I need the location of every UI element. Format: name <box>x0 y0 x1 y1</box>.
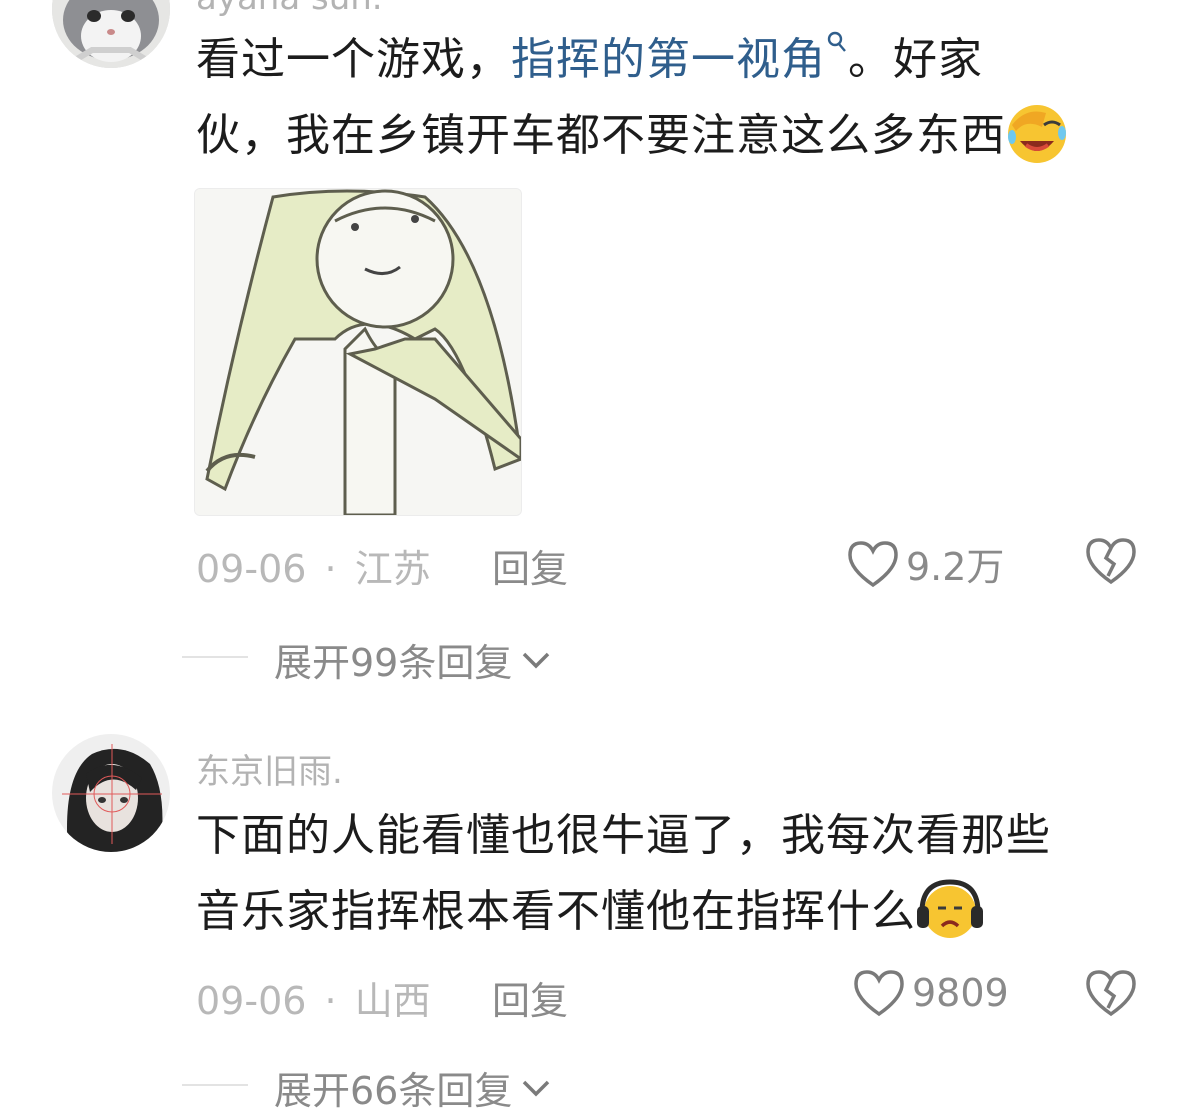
meta-separator: · <box>324 979 337 1023</box>
comment-location: 江苏 <box>354 547 431 591</box>
comment-text-part: 。好家 <box>848 34 983 85</box>
hashtag-link[interactable]: 指挥的第一视角 <box>511 31 848 85</box>
meta-separator: · <box>324 547 337 591</box>
hashtag-label: 指挥的第一视角 <box>511 34 826 85</box>
avatar[interactable] <box>52 0 170 68</box>
broken-heart-icon <box>1084 536 1138 586</box>
comment-text-part: 音乐家指挥根本看不懂他在指挥什么 <box>196 886 916 937</box>
broken-heart-icon <box>1084 968 1138 1018</box>
comment-image[interactable] <box>194 188 522 516</box>
comment-item: 东京旧雨. 下面的人能看懂也很牛逼了，我每次看那些 音乐家指挥根本看不懂他在指挥… <box>0 700 1200 1114</box>
comment-line-1: 看过一个游戏，指挥的第一视角 。好家 <box>196 22 1176 98</box>
chevron-down-icon <box>520 649 552 671</box>
comment-date: 09-06 <box>196 979 307 1023</box>
comment-meta: 09-06 · 江苏 <box>196 538 431 593</box>
reply-button[interactable]: 回复 <box>492 970 568 1025</box>
comment-text-part: 伙，我在乡镇开车都不要注意这么多东西 <box>196 110 1006 161</box>
expand-replies-button[interactable]: 展开99条回复 <box>274 632 552 687</box>
comment-location: 山西 <box>354 979 431 1023</box>
facepalm-laugh-emoji <box>1006 103 1068 165</box>
like-button[interactable]: 9.2万 <box>846 536 1004 591</box>
expand-replies-label: 展开66条回复 <box>274 1069 513 1113</box>
comment-line-2: 音乐家指挥根本看不懂他在指挥什么 <box>196 874 1176 950</box>
heart-icon <box>852 968 906 1018</box>
search-icon <box>826 30 848 56</box>
dislike-button[interactable] <box>1084 968 1138 1018</box>
dislike-button[interactable] <box>1084 536 1138 586</box>
comment-item: ayana sun. 看过一个游戏，指挥的第一视角 。好家 伙，我在乡镇开车都不… <box>0 0 1200 700</box>
avatar[interactable] <box>52 734 170 852</box>
username[interactable]: 东京旧雨. <box>196 744 343 793</box>
expand-divider <box>182 656 248 658</box>
like-count: 9809 <box>912 971 1009 1015</box>
expand-replies-label: 展开99条回复 <box>274 641 513 685</box>
chevron-down-icon <box>520 1077 552 1099</box>
comment-text: 下面的人能看懂也很牛逼了，我每次看那些 音乐家指挥根本看不懂他在指挥什么 <box>196 798 1176 950</box>
comment-line-1: 下面的人能看懂也很牛逼了，我每次看那些 <box>196 810 1051 861</box>
reply-button[interactable]: 回复 <box>492 538 568 593</box>
like-button[interactable]: 9809 <box>852 968 1009 1018</box>
heart-icon <box>846 539 900 589</box>
expand-divider <box>182 1084 248 1086</box>
expand-replies-button[interactable]: 展开66条回复 <box>274 1060 552 1115</box>
username[interactable]: ayana sun. <box>196 0 383 18</box>
headphones-sad-emoji <box>916 878 984 942</box>
like-count: 9.2万 <box>906 545 1005 589</box>
comment-meta: 09-06 · 山西 <box>196 970 431 1025</box>
comment-date: 09-06 <box>196 547 307 591</box>
comment-text: 看过一个游戏，指挥的第一视角 。好家 伙，我在乡镇开车都不要注意这么多东西 <box>196 22 1176 174</box>
comment-text-part: 看过一个游戏， <box>196 34 511 85</box>
comment-line-2: 伙，我在乡镇开车都不要注意这么多东西 <box>196 98 1176 174</box>
